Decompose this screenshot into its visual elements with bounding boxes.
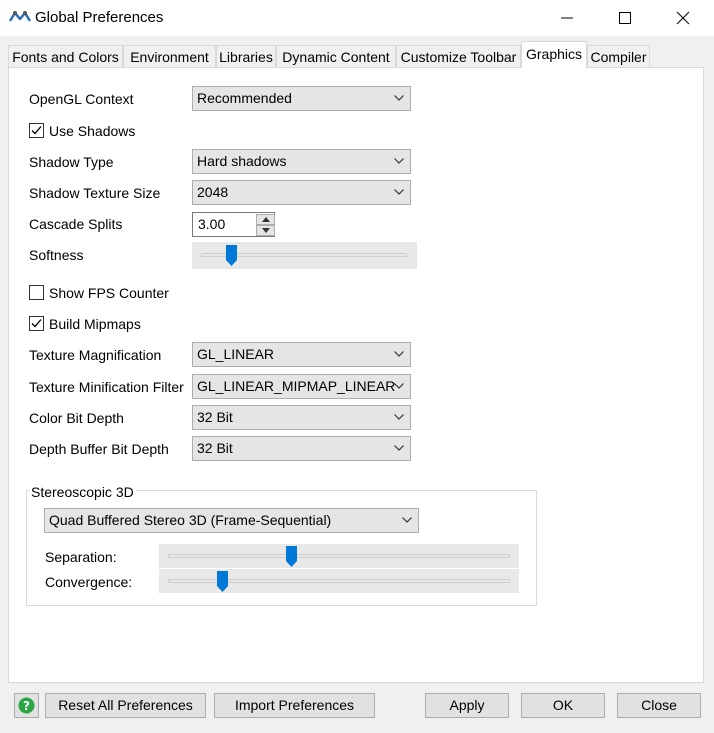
close-button[interactable]: Close <box>617 693 701 718</box>
cascade-splits-spinbox[interactable]: 3.00 <box>192 212 275 237</box>
cascade-splits-label: Cascade Splits <box>29 216 123 232</box>
texture-magnification-dropdown[interactable]: GL_LINEAR <box>192 342 411 367</box>
color-bit-depth-label: Color Bit Depth <box>29 410 124 426</box>
arrow-up-icon <box>262 217 270 222</box>
spin-down-button[interactable] <box>256 225 275 236</box>
softness-slider-thumb[interactable] <box>226 245 238 266</box>
stereo-mode-dropdown[interactable]: Quad Buffered Stereo 3D (Frame-Sequentia… <box>44 508 419 533</box>
depth-buffer-bit-depth-value: 32 Bit <box>197 440 233 456</box>
softness-label: Softness <box>29 247 84 263</box>
shadow-texture-size-dropdown[interactable]: 2048 <box>192 180 411 205</box>
depth-buffer-bit-depth-dropdown[interactable]: 32 Bit <box>192 436 411 461</box>
texture-magnification-label: Texture Magnification <box>29 347 162 363</box>
chevron-down-icon <box>394 351 404 357</box>
apply-button[interactable]: Apply <box>425 693 509 718</box>
shadow-texture-size-value: 2048 <box>197 184 229 200</box>
stereoscopic-3d-title: Stereoscopic 3D <box>29 484 136 500</box>
show-fps-checkbox[interactable] <box>29 285 44 300</box>
texture-magnification-value: GL_LINEAR <box>197 346 275 362</box>
checkmark-icon <box>31 126 42 135</box>
tab-customize-toolbar[interactable]: Customize Toolbar <box>396 45 521 68</box>
convergence-slider-thumb[interactable] <box>217 571 229 592</box>
flexsim-logo-icon <box>9 11 31 22</box>
tab-graphics[interactable]: Graphics <box>521 41 587 68</box>
maximize-icon <box>619 12 631 24</box>
color-bit-depth-dropdown[interactable]: 32 Bit <box>192 405 411 430</box>
chevron-down-icon <box>394 189 404 195</box>
texture-minification-dropdown[interactable]: GL_LINEAR_MIPMAP_LINEAR <box>192 374 411 399</box>
tab-label: Compiler <box>590 49 647 65</box>
tab-label: Environment <box>130 49 209 65</box>
tab-libraries[interactable]: Libraries <box>216 45 276 68</box>
ok-button[interactable]: OK <box>521 693 605 718</box>
convergence-label: Convergence: <box>45 574 133 590</box>
build-mipmaps-label: Build Mipmaps <box>49 316 141 332</box>
texture-minification-value: GL_LINEAR_MIPMAP_LINEAR <box>197 378 396 394</box>
tab-label: Dynamic Content <box>282 49 390 65</box>
texture-minification-label: Texture Minification Filter <box>29 379 184 395</box>
svg-text:?: ? <box>23 699 30 713</box>
maximize-button[interactable] <box>602 0 648 34</box>
build-mipmaps-checkbox[interactable] <box>29 316 44 331</box>
help-icon: ? <box>18 697 35 714</box>
stereo-mode-value: Quad Buffered Stereo 3D (Frame-Sequentia… <box>49 512 332 528</box>
shadow-texture-size-label: Shadow Texture Size <box>29 185 161 201</box>
chevron-down-icon <box>394 414 404 420</box>
tab-dynamic-content[interactable]: Dynamic Content <box>276 45 396 68</box>
shadow-type-value: Hard shadows <box>197 153 287 169</box>
chevron-down-icon <box>394 445 404 451</box>
tab-environment[interactable]: Environment <box>123 45 216 68</box>
tab-label: Fonts and Colors <box>12 49 119 65</box>
show-fps-label: Show FPS Counter <box>49 285 169 301</box>
chevron-down-icon <box>394 158 404 164</box>
depth-buffer-bit-depth-label: Depth Buffer Bit Depth <box>29 441 169 457</box>
separation-slider[interactable] <box>159 544 519 568</box>
help-button[interactable]: ? <box>14 693 39 718</box>
tab-fonts-and-colors[interactable]: Fonts and Colors <box>8 45 123 68</box>
shadow-type-dropdown[interactable]: Hard shadows <box>192 149 411 174</box>
title-bar: Global Preferences <box>0 0 714 36</box>
minimize-button[interactable] <box>544 0 590 34</box>
checkmark-icon <box>31 319 42 328</box>
close-icon <box>676 11 690 25</box>
separation-slider-thumb[interactable] <box>285 546 297 567</box>
minimize-icon <box>561 17 573 19</box>
opengl-context-value: Recommended <box>197 90 292 106</box>
convergence-slider[interactable] <box>159 569 519 593</box>
tab-label: Customize Toolbar <box>400 49 517 65</box>
softness-slider[interactable] <box>192 242 417 269</box>
reset-all-preferences-button[interactable]: Reset All Preferences <box>45 693 206 718</box>
opengl-context-label: OpenGL Context <box>29 91 134 107</box>
window-title: Global Preferences <box>35 9 164 26</box>
tab-label: Graphics <box>525 46 583 62</box>
chevron-down-icon <box>402 517 412 523</box>
arrow-down-icon <box>262 228 270 233</box>
tab-compiler[interactable]: Compiler <box>587 45 650 68</box>
use-shadows-label: Use Shadows <box>49 123 136 139</box>
close-window-button[interactable] <box>660 0 706 34</box>
slider-track <box>168 554 510 558</box>
shadow-type-label: Shadow Type <box>29 154 114 170</box>
separation-label: Separation: <box>45 549 117 565</box>
chevron-down-icon <box>394 95 404 101</box>
cascade-splits-value: 3.00 <box>198 216 226 232</box>
use-shadows-checkbox[interactable] <box>29 123 44 138</box>
spin-up-button[interactable] <box>256 214 275 225</box>
color-bit-depth-value: 32 Bit <box>197 409 233 425</box>
opengl-context-dropdown[interactable]: Recommended <box>192 86 411 111</box>
tab-label: Libraries <box>219 49 273 65</box>
tab-strip: Fonts and Colors Environment Libraries D… <box>8 41 708 68</box>
import-preferences-button[interactable]: Import Preferences <box>214 693 375 718</box>
chevron-down-icon <box>394 383 404 389</box>
